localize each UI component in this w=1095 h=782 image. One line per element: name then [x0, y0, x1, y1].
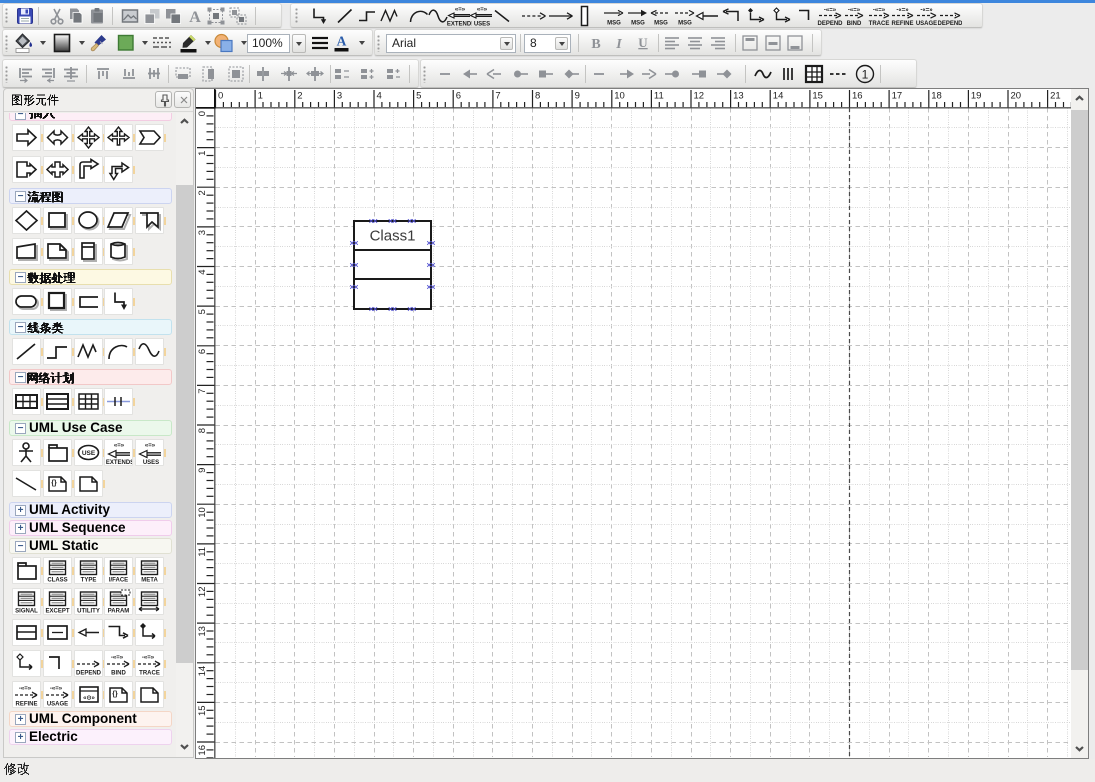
svg-text:1: 1	[197, 151, 208, 156]
svg-text:8: 8	[535, 91, 540, 102]
svg-text:12: 12	[197, 587, 208, 598]
svg-text:14: 14	[773, 91, 784, 102]
svg-text:«=»: «=»	[145, 443, 156, 449]
svg-text:MSG: MSG	[607, 21, 621, 27]
svg-text:«⊙»: «⊙»	[83, 696, 95, 702]
svg-text:6: 6	[456, 91, 461, 102]
svg-text:MSG: MSG	[654, 21, 668, 27]
svg-text:0: 0	[218, 91, 223, 102]
svg-text:3: 3	[337, 91, 342, 102]
svg-text:Class1: Class1	[370, 228, 416, 245]
svg-text:6: 6	[197, 349, 208, 354]
svg-text:5: 5	[416, 91, 421, 102]
svg-text:I: I	[615, 37, 622, 52]
svg-text:3: 3	[197, 230, 208, 235]
svg-text:-«=»: -«=»	[823, 8, 836, 14]
svg-text:{}: {}	[51, 480, 57, 487]
svg-text:21: 21	[1050, 91, 1061, 102]
svg-text:DEPEND: DEPEND	[76, 671, 102, 677]
svg-text:DEPEND: DEPEND	[817, 21, 843, 27]
svg-text:TYPE: TYPE	[81, 578, 97, 584]
svg-text:CLASS: CLASS	[47, 578, 67, 584]
svg-text:-«=»: -«=»	[50, 686, 63, 692]
svg-text:7: 7	[495, 91, 500, 102]
svg-text:-«=»: -«=»	[920, 8, 933, 14]
svg-text:-«=»: -«=»	[142, 655, 155, 661]
svg-text:4: 4	[197, 270, 208, 275]
svg-text:13: 13	[197, 626, 208, 637]
svg-text:U: U	[638, 35, 648, 50]
svg-text:11: 11	[654, 91, 664, 102]
svg-text:9: 9	[197, 468, 208, 473]
svg-text:EXCEPT: EXCEPT	[45, 609, 69, 615]
svg-text:{}: {}	[112, 691, 118, 698]
svg-text:USES: USES	[473, 22, 489, 28]
svg-text:B: B	[591, 37, 600, 52]
svg-text:A: A	[337, 34, 347, 49]
svg-text:DEPEND: DEPEND	[938, 21, 962, 27]
svg-text:BIND: BIND	[847, 21, 862, 27]
svg-text:11: 11	[197, 547, 208, 557]
svg-text:1: 1	[862, 68, 869, 82]
svg-text:-«=»: -«=»	[848, 8, 861, 14]
svg-text:18: 18	[931, 91, 942, 102]
svg-text:EXTENDS: EXTENDS	[106, 460, 132, 465]
svg-text:USE: USE	[82, 450, 96, 457]
svg-text:17: 17	[892, 91, 903, 102]
svg-text:15: 15	[197, 705, 208, 716]
svg-text:13: 13	[733, 91, 744, 102]
svg-text:19: 19	[971, 91, 982, 102]
svg-text:BIND: BIND	[111, 671, 126, 677]
svg-text:12: 12	[694, 91, 705, 102]
svg-text:META: META	[141, 578, 158, 584]
svg-text:14: 14	[197, 666, 208, 677]
svg-text:TRACE: TRACE	[868, 21, 889, 27]
svg-text:2: 2	[297, 91, 302, 102]
svg-text:4: 4	[377, 91, 382, 102]
svg-text:SIGNAL: SIGNAL	[15, 609, 38, 615]
svg-text:TRACE: TRACE	[139, 671, 160, 677]
svg-text:-«=»: -«=»	[896, 8, 909, 14]
svg-text:USAGE: USAGE	[47, 702, 68, 708]
svg-text:10: 10	[197, 507, 208, 518]
svg-text:I/FACE: I/FACE	[109, 578, 128, 584]
svg-text:REFINE: REFINE	[15, 702, 37, 708]
svg-text:UTILITY: UTILITY	[77, 609, 100, 615]
svg-text:MSG: MSG	[678, 21, 692, 27]
svg-text:A: A	[189, 9, 201, 26]
svg-text:MSG: MSG	[631, 21, 645, 27]
svg-text:REFINE: REFINE	[891, 21, 913, 27]
svg-text:USES: USES	[143, 460, 159, 465]
svg-text:«=»: «=»	[454, 7, 465, 13]
svg-text:«=»: «=»	[114, 443, 125, 449]
svg-text:7: 7	[197, 388, 208, 393]
svg-text:8: 8	[197, 428, 208, 433]
svg-text:-«=»: -«=»	[111, 655, 124, 661]
svg-text:2: 2	[197, 190, 208, 195]
svg-text:9: 9	[575, 91, 580, 102]
svg-text:1: 1	[258, 91, 263, 102]
svg-text:«=»: «=»	[476, 7, 487, 13]
svg-text:0: 0	[197, 111, 208, 116]
svg-text:15: 15	[812, 91, 823, 102]
svg-text:20: 20	[1011, 91, 1022, 102]
svg-text:5: 5	[197, 309, 208, 314]
svg-text:10: 10	[614, 91, 625, 102]
svg-text:16: 16	[852, 91, 863, 102]
svg-text:-«=»: -«=»	[19, 686, 32, 692]
svg-text:PARAM: PARAM	[108, 609, 130, 615]
svg-text:16: 16	[197, 745, 208, 756]
svg-text:USAGE: USAGE	[915, 21, 936, 27]
